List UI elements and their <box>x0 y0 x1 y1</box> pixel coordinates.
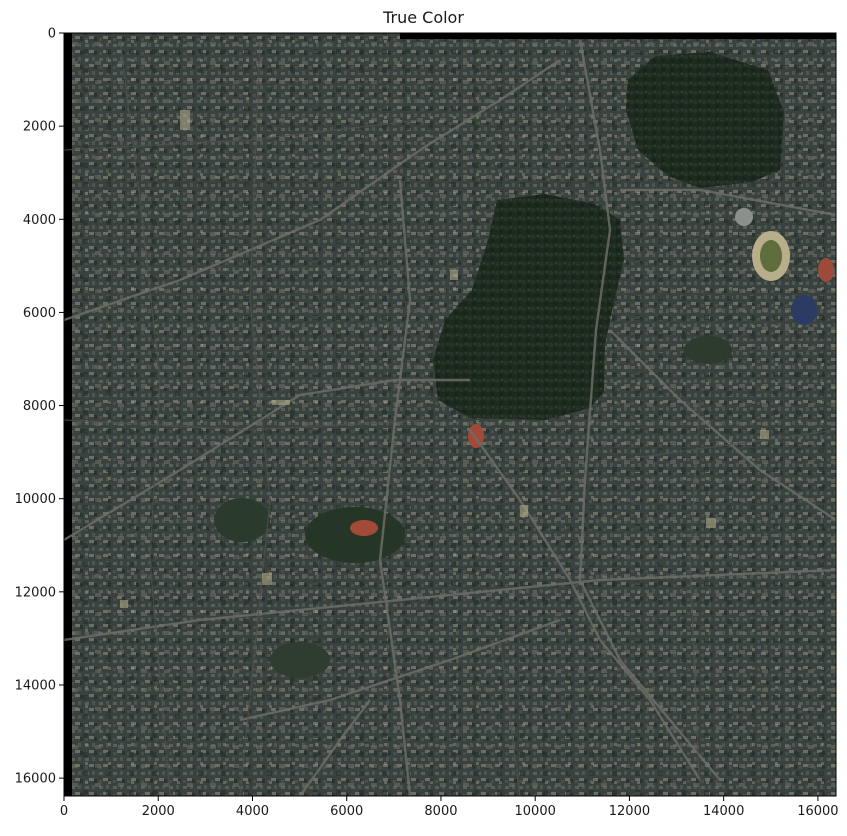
dome-building <box>735 208 753 226</box>
green-area-east <box>684 336 732 364</box>
x-tick-label: 0 <box>60 804 68 819</box>
x-tick-label: 6000 <box>330 804 363 819</box>
satellite-image <box>64 33 836 796</box>
y-tick-label: 12000 <box>15 585 56 600</box>
nodata-left-strip <box>64 33 72 796</box>
x-tick-label: 16000 <box>797 804 838 819</box>
x-tick-label: 10000 <box>515 804 556 819</box>
x-tick-label: 12000 <box>609 804 650 819</box>
y-tick-label: 14000 <box>15 678 56 693</box>
green-area-west <box>214 498 270 542</box>
y-tick-label: 6000 <box>23 306 56 321</box>
running-track-3 <box>818 258 834 282</box>
y-tick-label: 16000 <box>15 772 56 787</box>
y-tick-label: 0 <box>48 27 56 42</box>
x-tick-label: 2000 <box>142 804 175 819</box>
figure: 0 2000 4000 6000 8000 10000 12000 14000 16000 0 2… <box>0 0 847 836</box>
stadium-field <box>760 240 782 272</box>
x-axis: 0 2000 4000 6000 8000 10000 12000 14000 16000 <box>60 796 839 819</box>
campus-green <box>305 507 405 563</box>
x-tick-label: 4000 <box>236 804 269 819</box>
y-axis: 0 2000 4000 6000 8000 10000 12000 14000 16000 <box>15 27 64 787</box>
y-tick-label: 2000 <box>23 120 56 135</box>
green-area-south <box>270 642 330 678</box>
chart-title: True Color <box>383 8 464 27</box>
x-tick-label: 8000 <box>424 804 457 819</box>
x-tick-label: 14000 <box>703 804 744 819</box>
y-tick-label: 4000 <box>23 213 56 228</box>
stadium-blue <box>791 295 817 325</box>
image-plot: 0 2000 4000 6000 8000 10000 12000 14000 16000 0 2… <box>15 27 839 820</box>
running-track-2 <box>350 520 378 536</box>
y-tick-label: 10000 <box>15 492 56 507</box>
y-tick-label: 8000 <box>23 399 56 414</box>
nodata-top-strip <box>400 33 836 39</box>
